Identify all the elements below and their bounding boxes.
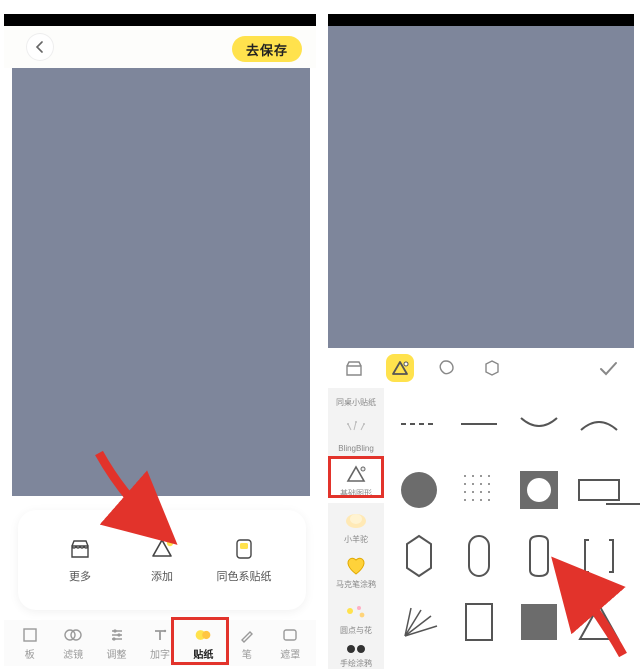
sticker-pack-list[interactable]: 同桌小贴纸 BlingBling 基础图形 小羊驼 马克笔涂鸦 <box>328 388 384 669</box>
sliders-icon <box>108 626 126 644</box>
triangle-add-icon <box>149 536 175 562</box>
shape-square-fill[interactable] <box>512 592 566 652</box>
check-icon <box>597 357 619 379</box>
shape-line-endcap[interactable] <box>604 498 640 510</box>
comparison-stage: 去保存 更多 添加 <box>0 0 640 669</box>
filter-icon <box>64 626 82 644</box>
save-button-label: 去保存 <box>246 40 288 59</box>
shape-rect-outline-wide[interactable] <box>572 460 626 520</box>
brush-icon <box>238 626 256 644</box>
shape-rays[interactable] <box>392 592 446 652</box>
pack-desk[interactable]: 同桌小贴纸 <box>328 388 384 412</box>
shape-square-small-1[interactable] <box>392 658 446 669</box>
triangle-icon <box>341 462 371 486</box>
store-icon <box>67 536 93 562</box>
shape-square-small-4[interactable] <box>572 658 626 669</box>
category-hex[interactable] <box>478 354 506 382</box>
shape-pill[interactable] <box>452 526 506 586</box>
triangle-icon <box>390 358 410 378</box>
sticker-panel: 同桌小贴纸 BlingBling 基础图形 小羊驼 马克笔涂鸦 <box>328 388 634 669</box>
category-shapes[interactable] <box>386 354 414 382</box>
pack-dots[interactable]: 圆点与花 <box>328 594 384 640</box>
shape-dot-grid[interactable] <box>452 460 506 520</box>
pack-sheep[interactable]: 小羊驼 <box>328 503 384 549</box>
edit-canvas[interactable] <box>328 26 634 348</box>
confirm-button[interactable] <box>594 354 622 382</box>
save-button[interactable]: 去保存 <box>232 36 302 62</box>
shape-dash-long[interactable] <box>392 394 446 454</box>
hex-icon <box>482 358 502 378</box>
edit-canvas[interactable] <box>12 68 310 496</box>
shape-circle-fill[interactable] <box>392 460 446 520</box>
store-icon <box>344 358 364 378</box>
mask-icon <box>281 626 299 644</box>
pack-hand[interactable]: 手绘涂鸦 <box>328 640 384 669</box>
shape-rect-outline[interactable] <box>452 592 506 652</box>
shape-ring-white[interactable] <box>512 460 566 520</box>
shape-arc-up[interactable] <box>572 394 626 454</box>
phone-left: 去保存 更多 添加 <box>4 0 316 669</box>
doodle-icon <box>341 642 371 656</box>
tool-sticker[interactable]: 贴纸 <box>182 626 225 661</box>
shape-square-small-2[interactable] <box>452 658 506 669</box>
text-icon <box>151 626 169 644</box>
shape-line[interactable] <box>452 394 506 454</box>
dots-flower-icon <box>341 599 371 623</box>
bottom-toolbar: 板 滤镜 调整 加字 贴纸 <box>4 620 316 666</box>
phone-right: 同桌小贴纸 BlingBling 基础图形 小羊驼 马克笔涂鸦 <box>328 0 634 669</box>
chevron-left-icon <box>34 41 46 53</box>
pack-shapes[interactable]: 基础图形 <box>328 458 384 504</box>
popup-more-label: 更多 <box>69 568 91 584</box>
status-bar <box>4 14 316 26</box>
shape-arc-down[interactable] <box>512 394 566 454</box>
sparkle-icon <box>341 418 371 442</box>
shape-triangle-outline[interactable] <box>572 592 626 652</box>
popup-add[interactable]: 添加 <box>132 536 192 584</box>
category-basic[interactable] <box>432 354 460 382</box>
popup-add-label: 添加 <box>151 568 173 584</box>
popup-same-label: 同色系贴纸 <box>217 568 272 584</box>
alpaca-icon <box>341 508 371 532</box>
status-bar <box>328 14 634 26</box>
pack-bling[interactable]: BlingBling <box>328 412 384 458</box>
heart-icon <box>341 553 371 577</box>
tool-brush[interactable]: 笔 <box>225 626 268 661</box>
tool-filter[interactable]: 滤镜 <box>51 626 94 661</box>
shape-grid <box>384 388 634 669</box>
popup-same-color[interactable]: 同色系贴纸 <box>214 536 274 584</box>
template-icon <box>21 626 39 644</box>
tool-mask[interactable]: 遮罩 <box>269 626 312 661</box>
shape-capsule[interactable] <box>512 526 566 586</box>
shape-hex-outline[interactable] <box>392 526 446 586</box>
back-button[interactable] <box>26 33 54 61</box>
tool-text[interactable]: 加字 <box>138 626 181 661</box>
blob-icon <box>436 358 456 378</box>
sticker-popup: 更多 添加 同色系贴纸 <box>18 510 306 610</box>
popup-more[interactable]: 更多 <box>50 536 110 584</box>
tool-template[interactable]: 板 <box>8 626 51 661</box>
shape-square-small-3[interactable] <box>512 658 566 669</box>
palette-card-icon <box>231 536 257 562</box>
pack-marker[interactable]: 马克笔涂鸦 <box>328 549 384 595</box>
shape-bracket-frame[interactable] <box>572 526 626 586</box>
sticker-category-strip <box>328 348 634 388</box>
category-store[interactable] <box>340 354 368 382</box>
tool-adjust[interactable]: 调整 <box>95 626 138 661</box>
sticker-icon <box>194 626 212 644</box>
